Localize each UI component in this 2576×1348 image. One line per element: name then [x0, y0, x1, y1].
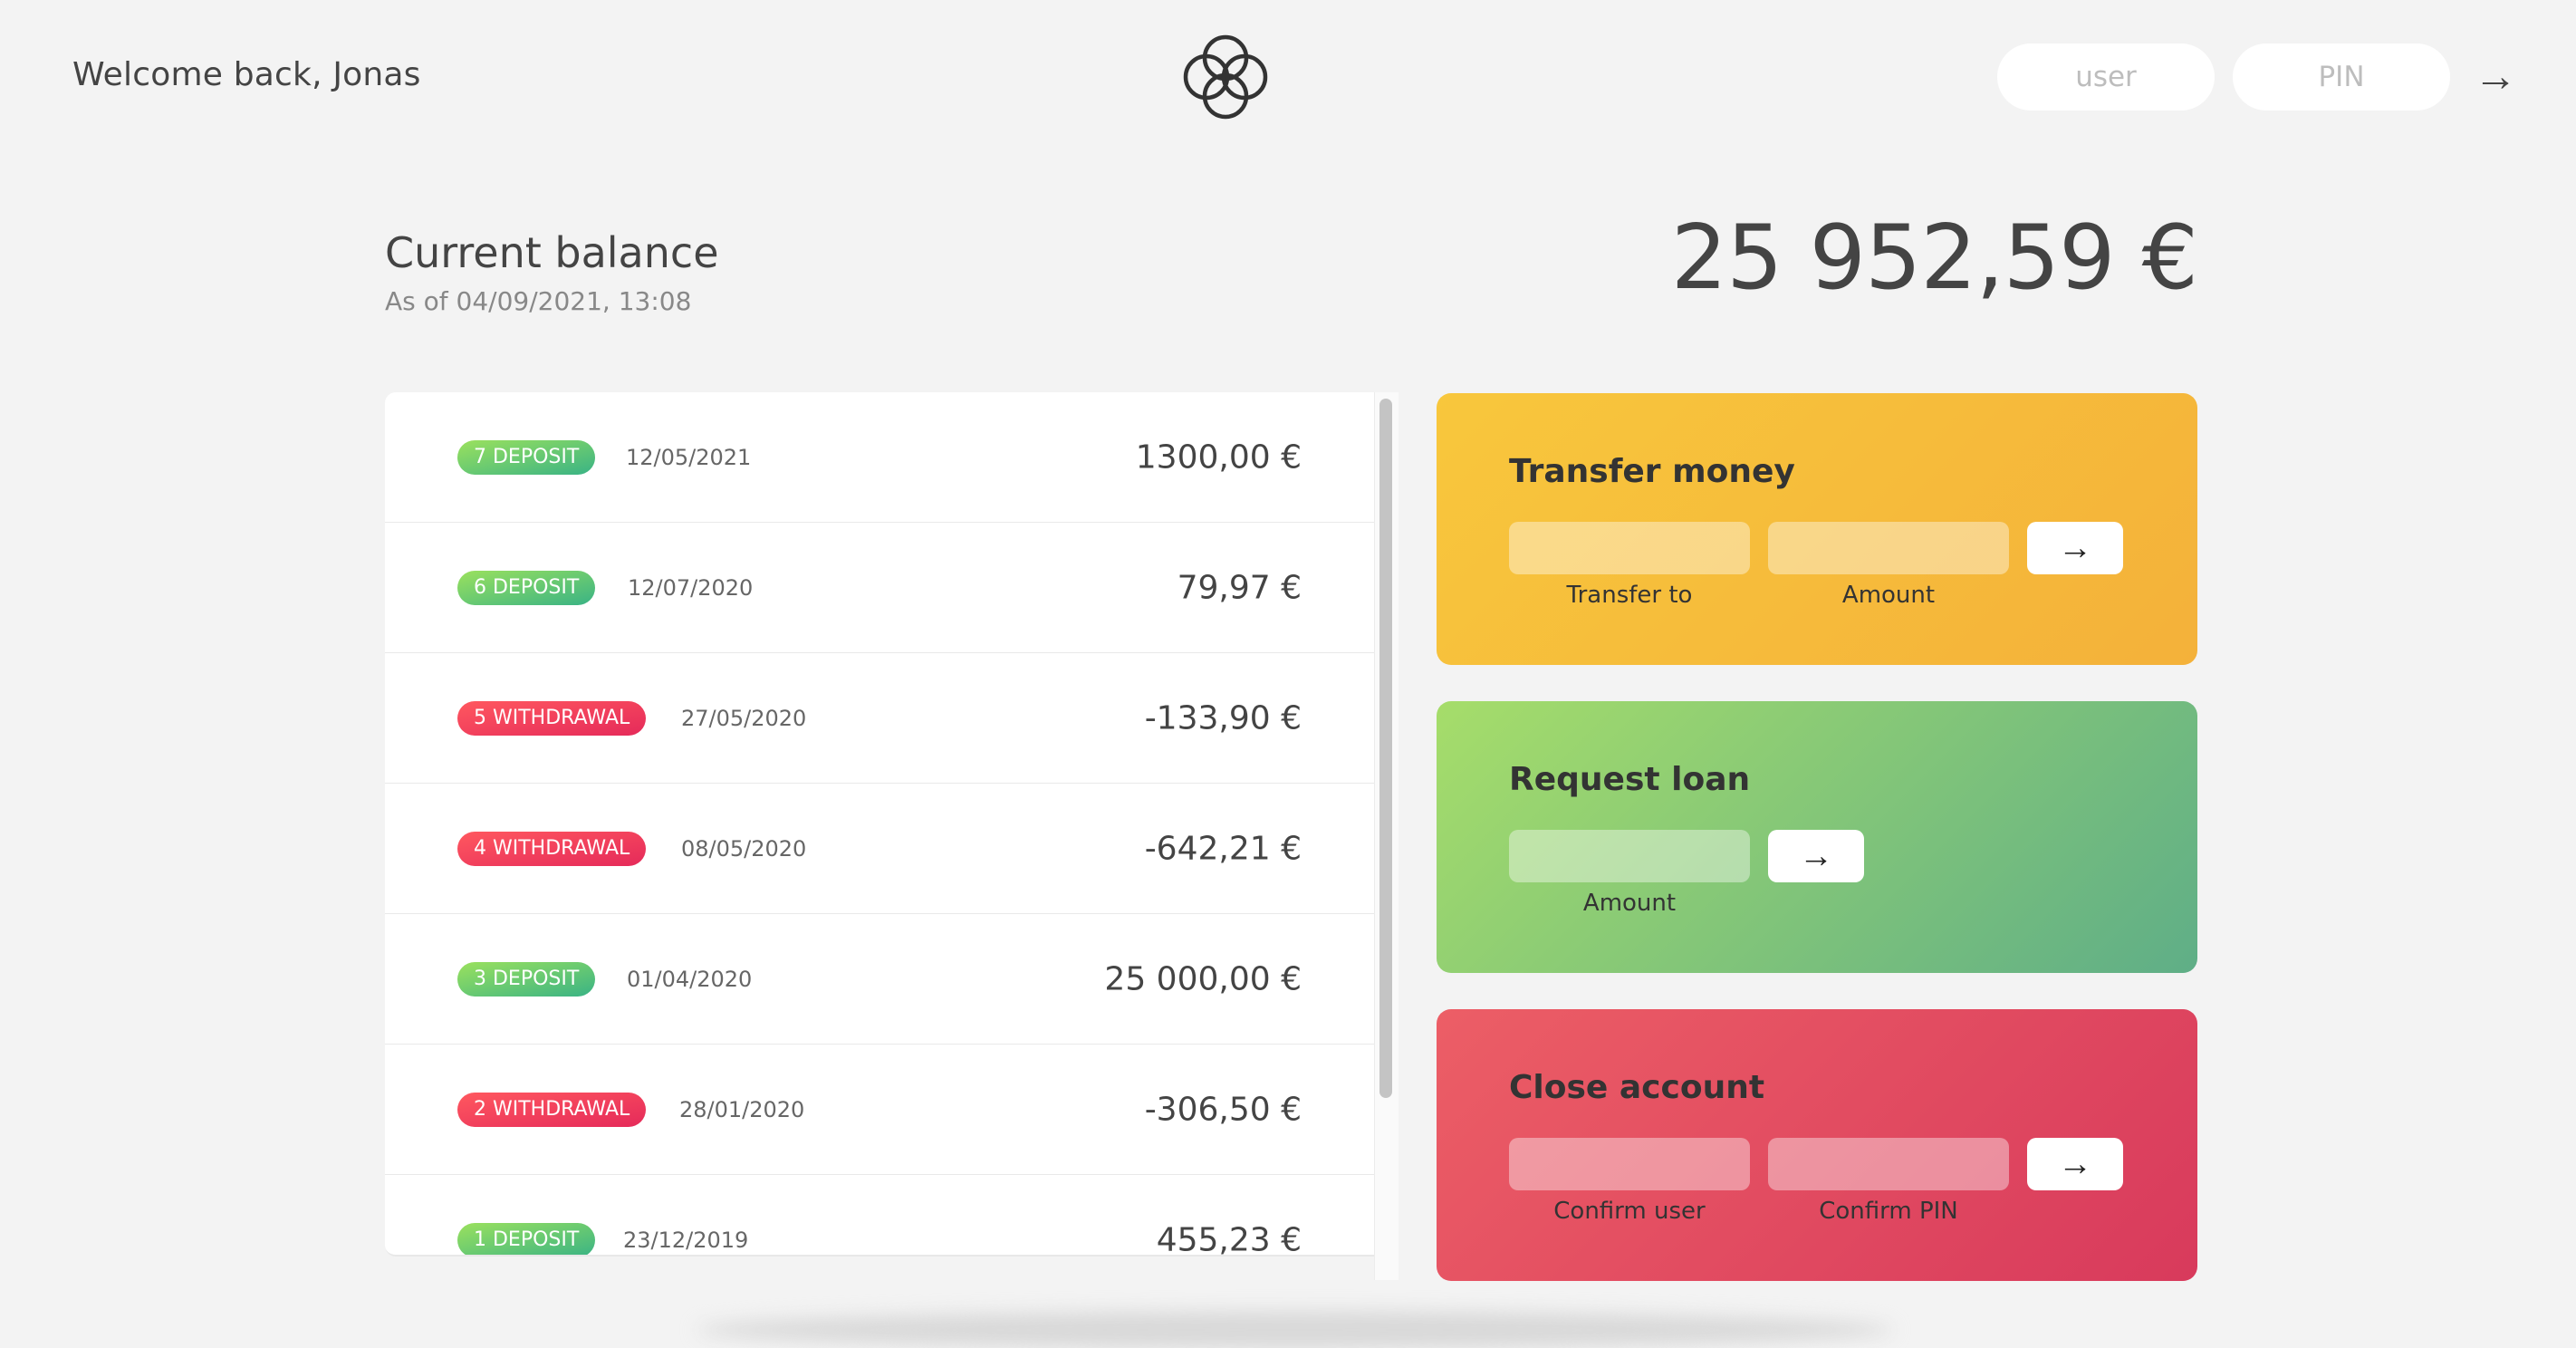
transfer-title: Transfer money [1509, 453, 1795, 490]
close-pin-input[interactable] [1768, 1138, 2009, 1190]
close-user-label: Confirm user [1553, 1198, 1706, 1225]
loan-title: Request loan [1509, 761, 1751, 798]
movement-type-badge: 5 withdrawal [457, 700, 647, 736]
balance-value: 25 952,59 € [1670, 207, 2198, 310]
login-user-input[interactable] [1997, 43, 2215, 111]
transfer-amount-label: Amount [1841, 582, 1936, 609]
balance-date: As of 04/09/2021, 13:08 [385, 286, 692, 316]
movement-type-badge: 4 withdrawal [457, 831, 647, 866]
movement-row: 2 withdrawal 28/01/2020 -306,50 € [385, 1045, 1374, 1175]
close-user-input[interactable] [1509, 1138, 1750, 1190]
close-pin-label: Confirm PIN [1819, 1198, 1958, 1225]
movement-type-badge: 6 deposit [457, 570, 596, 605]
transfer-money-panel: Transfer money → Transfer to Amount [1437, 393, 2197, 665]
loan-amount-input[interactable] [1509, 830, 1750, 882]
movement-row: 6 deposit 12/07/2020 79,97 € [385, 523, 1374, 653]
movements-list-inner: 7 deposit 12/05/2021 1300,00 € 6 deposit… [385, 392, 1374, 1257]
movements-list[interactable]: 7 deposit 12/05/2021 1300,00 € 6 deposit… [385, 392, 1374, 1257]
close-account-panel: Close account → Confirm user Confirm PIN [1437, 1009, 2197, 1281]
bottom-shadow [697, 1312, 1893, 1348]
login-button[interactable]: → [2464, 47, 2527, 107]
movements-scrollbar-thumb[interactable] [1379, 399, 1392, 1098]
movement-date: 23/12/2019 [623, 1227, 749, 1253]
movement-value: 79,97 € [1177, 569, 1302, 606]
movement-date: 28/01/2020 [679, 1096, 805, 1122]
movement-type-badge: 7 deposit [457, 439, 596, 475]
movement-type-badge: 2 withdrawal [457, 1092, 647, 1127]
overlapping-circles-logo-icon [1183, 34, 1268, 120]
movement-value: 455,23 € [1156, 1221, 1302, 1257]
movement-row: 1 deposit 23/12/2019 455,23 € [385, 1175, 1374, 1257]
movement-date: 27/05/2020 [681, 705, 807, 731]
movement-value: -306,50 € [1144, 1091, 1302, 1128]
movement-date: 01/04/2020 [627, 966, 753, 992]
movement-value: -133,90 € [1144, 699, 1302, 737]
close-submit-button[interactable]: → [2027, 1138, 2123, 1190]
loan-submit-button[interactable]: → [1768, 830, 1864, 882]
movement-type-badge: 1 deposit [457, 1222, 596, 1255]
movement-value: 25 000,00 € [1104, 960, 1302, 997]
loan-amount-label: Amount [1582, 890, 1677, 917]
transfer-to-label: Transfer to [1566, 582, 1693, 609]
movement-date: 12/07/2020 [628, 574, 754, 601]
movement-value: 1300,00 € [1135, 438, 1302, 476]
movement-row: 5 withdrawal 27/05/2020 -133,90 € [385, 653, 1374, 784]
movement-value: -642,21 € [1144, 830, 1302, 867]
welcome-message: Welcome back, Jonas [72, 56, 421, 93]
movement-row: 3 deposit 01/04/2020 25 000,00 € [385, 914, 1374, 1045]
movement-date: 08/05/2020 [681, 835, 807, 862]
request-loan-panel: Request loan → Amount [1437, 701, 2197, 973]
movement-date: 12/05/2021 [626, 444, 752, 470]
login-pin-input[interactable] [2233, 43, 2450, 111]
close-title: Close account [1509, 1069, 1765, 1106]
movement-row: 4 withdrawal 08/05/2020 -642,21 € [385, 784, 1374, 914]
transfer-to-input[interactable] [1509, 522, 1750, 574]
movement-type-badge: 3 deposit [457, 961, 596, 997]
top-nav: Welcome back, Jonas → [0, 0, 2576, 154]
balance-label: Current balance [385, 228, 719, 277]
transfer-amount-input[interactable] [1768, 522, 2009, 574]
movement-row: 7 deposit 12/05/2021 1300,00 € [385, 392, 1374, 523]
transfer-submit-button[interactable]: → [2027, 522, 2123, 574]
